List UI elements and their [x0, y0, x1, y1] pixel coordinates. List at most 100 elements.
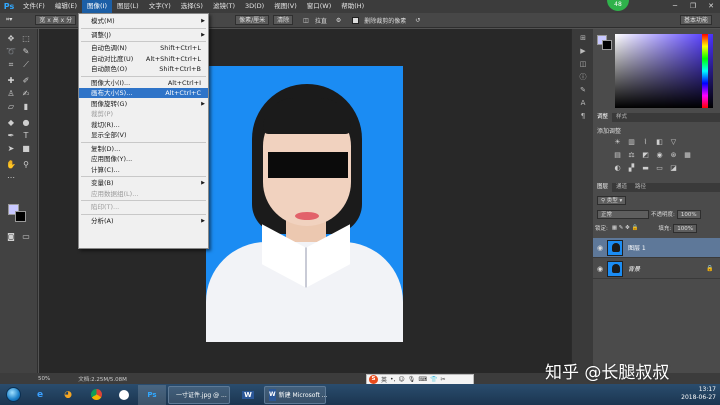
- paragraph-panel-icon[interactable]: ¶: [577, 111, 589, 122]
- clear-button[interactable]: 清除: [273, 15, 294, 25]
- start-button[interactable]: [0, 385, 26, 405]
- crop-tool-icon[interactable]: ⌗: [5, 59, 17, 70]
- visibility-eye-icon[interactable]: ◉: [593, 265, 607, 273]
- tools-icon[interactable]: ✂: [441, 376, 446, 383]
- clone-stamp-icon[interactable]: ♙: [5, 88, 17, 99]
- posterize-icon[interactable]: ▞: [627, 164, 636, 173]
- menu-item-0[interactable]: 文件(F): [18, 0, 50, 13]
- image-menu-item[interactable]: 调整(J) ▶: [79, 30, 208, 40]
- menu-item-4[interactable]: 文字(Y): [144, 0, 176, 13]
- menu-item-3[interactable]: 图层(L): [112, 0, 144, 13]
- crop-tool-icon[interactable]: ⌗▾: [6, 16, 12, 24]
- color-balance-icon[interactable]: ⚖: [627, 151, 636, 160]
- menu-item-9[interactable]: 窗口(W): [302, 0, 337, 13]
- keyboard-icon[interactable]: ⌨: [418, 376, 427, 383]
- layer-row[interactable]: ◉ 图层 1: [593, 238, 720, 258]
- path-select-icon[interactable]: ➤: [5, 143, 17, 154]
- photo-filter-icon[interactable]: ◉: [655, 151, 664, 160]
- opacity-input[interactable]: 100%: [676, 209, 701, 219]
- background-color-swatch[interactable]: [15, 211, 26, 222]
- image-menu-item[interactable]: 应用数据组(L)...: [79, 189, 208, 199]
- reset-icon[interactable]: ↺: [415, 17, 420, 24]
- healing-brush-icon[interactable]: ✚: [5, 75, 17, 86]
- character-panel-icon[interactable]: A: [577, 98, 589, 109]
- brush-panel-icon[interactable]: ✎: [577, 85, 589, 96]
- channel-mixer-icon[interactable]: ⊛: [669, 151, 678, 160]
- document-size-info[interactable]: 文档:2.25M/5.08M: [78, 375, 127, 383]
- skin-icon[interactable]: 👕: [430, 376, 437, 383]
- eraser-tool-icon[interactable]: ▱: [5, 101, 17, 112]
- history-panel-icon[interactable]: ⊞: [577, 33, 589, 44]
- image-menu-item[interactable]: 陷印(T)...: [79, 202, 208, 212]
- layer-kind-filter[interactable]: ⚲ 类型 ▾: [597, 195, 627, 205]
- menu-item-10[interactable]: 帮助(H): [336, 0, 369, 13]
- restore-icon[interactable]: ❐: [684, 0, 702, 13]
- black-white-icon[interactable]: ◩: [641, 151, 650, 160]
- image-menu-item[interactable]: 分析(A) ▶: [79, 216, 208, 226]
- image-menu-item[interactable]: 裁剪(P): [79, 109, 208, 119]
- straighten-label[interactable]: 拉直: [315, 16, 327, 25]
- brightness-icon[interactable]: ☀: [613, 138, 622, 147]
- eyedropper-tool-icon[interactable]: ⟋: [20, 59, 32, 70]
- gradient-map-icon[interactable]: ▭: [655, 164, 664, 173]
- brush-tool-icon[interactable]: ✐: [20, 75, 32, 86]
- color-lookup-icon[interactable]: ▦: [683, 151, 692, 160]
- sogou-icon[interactable]: S: [369, 375, 378, 384]
- info-panel-icon[interactable]: ⓘ: [577, 72, 589, 83]
- id-photo-image[interactable]: [206, 66, 403, 342]
- pen-tool-icon[interactable]: ✒: [5, 130, 17, 141]
- image-menu-item[interactable]: 裁切(R)...: [79, 120, 208, 130]
- media-app-icon[interactable]: ◕: [54, 385, 82, 405]
- emoji-icon[interactable]: ☺: [398, 376, 404, 383]
- selective-color-icon[interactable]: ◪: [669, 164, 678, 173]
- workspace-select[interactable]: 基本功能: [679, 15, 712, 25]
- hue-slider[interactable]: [702, 34, 710, 108]
- image-menu-item[interactable]: 计算(C)...: [79, 165, 208, 175]
- lock-icons[interactable]: ▦ ✎ ✥ 🔒: [612, 225, 639, 231]
- curves-icon[interactable]: ⌇: [641, 138, 650, 147]
- punctuation-icon[interactable]: •,: [390, 376, 395, 383]
- panel-tab[interactable]: 样式: [612, 113, 631, 122]
- panel-tab[interactable]: 路径: [631, 183, 650, 192]
- threshold-icon[interactable]: ▬: [641, 164, 650, 173]
- layer-name[interactable]: 图层 1: [628, 243, 720, 252]
- menu-item-6[interactable]: 滤镜(T): [208, 0, 240, 13]
- photoshop-taskbar-icon[interactable]: Ps: [138, 384, 166, 405]
- word-document-button[interactable]: W 新建 Microsoft ...: [264, 385, 327, 404]
- system-clock[interactable]: 13:17 2018-06-27: [681, 386, 716, 402]
- image-menu-item[interactable]: 应用图像(Y)...: [79, 154, 208, 164]
- gradient-tool-icon[interactable]: ▮: [20, 101, 32, 112]
- delete-cropped-checkbox[interactable]: [352, 16, 360, 24]
- vibrance-icon[interactable]: ▽: [669, 138, 678, 147]
- history-brush-icon[interactable]: ✍: [20, 88, 32, 99]
- menu-item-7[interactable]: 3D(D): [240, 0, 269, 13]
- panel-tab[interactable]: 通道: [612, 183, 631, 192]
- screen-mode-icon[interactable]: ▭: [20, 231, 32, 242]
- marquee-tool-icon[interactable]: ⬚: [20, 33, 32, 44]
- word-taskbar-icon[interactable]: W: [234, 385, 262, 405]
- move-tool-icon[interactable]: ✥: [5, 33, 17, 44]
- zoom-tool-icon[interactable]: ⚲: [20, 159, 32, 170]
- menu-item-2[interactable]: 图像(I): [82, 0, 112, 13]
- unit-select[interactable]: 像素/厘米: [235, 15, 270, 25]
- more-tools-icon[interactable]: ⋯: [5, 172, 17, 183]
- blend-mode-select[interactable]: 正常: [597, 209, 649, 219]
- zoom-level[interactable]: 50%: [38, 376, 50, 382]
- blur-tool-icon[interactable]: ◆: [5, 117, 17, 128]
- quick-select-tool-icon[interactable]: ✎: [20, 46, 32, 57]
- straighten-icon[interactable]: ◫: [303, 17, 309, 24]
- image-menu-item[interactable]: 复制(D)...: [79, 144, 208, 154]
- image-menu-item[interactable]: 变量(B) ▶: [79, 178, 208, 188]
- image-menu-item[interactable]: 画布大小(S)... Alt+Ctrl+C: [79, 88, 208, 98]
- image-menu-item[interactable]: 模式(M) ▶: [79, 16, 208, 26]
- layer-row[interactable]: ◉ 背景 🔒: [593, 259, 720, 279]
- exposure-icon[interactable]: ◧: [655, 138, 664, 147]
- image-menu-item[interactable]: 自动颜色(O) Shift+Ctrl+B: [79, 64, 208, 74]
- close-icon[interactable]: ✕: [702, 0, 720, 13]
- invert-icon[interactable]: ◐: [613, 164, 622, 173]
- color-picker-field[interactable]: [615, 34, 713, 108]
- notification-badge[interactable]: 48: [607, 0, 629, 11]
- properties-panel-icon[interactable]: ◫: [577, 59, 589, 70]
- image-menu-item[interactable]: 自动对比度(U) Alt+Shift+Ctrl+L: [79, 54, 208, 64]
- minimize-icon[interactable]: ─: [666, 0, 684, 13]
